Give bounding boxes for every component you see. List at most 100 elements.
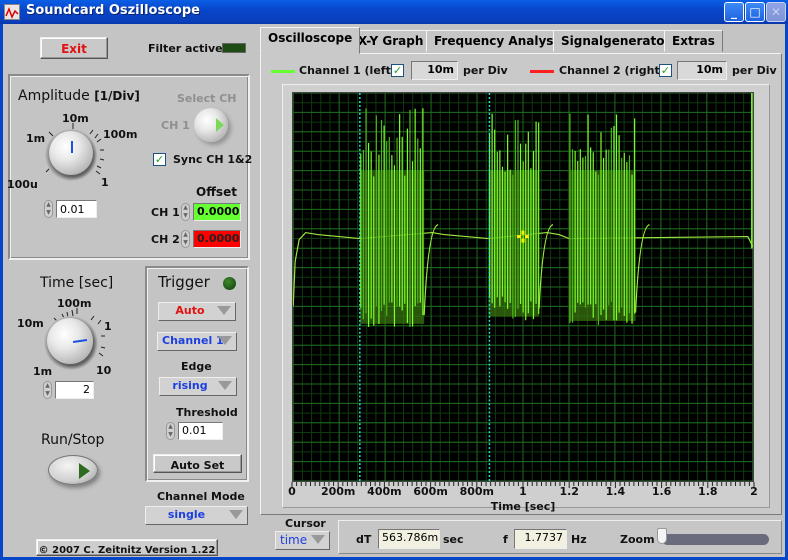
trigger-edge-value: rising <box>172 379 208 392</box>
zoom-label: Zoom <box>620 533 655 546</box>
trigger-channel-dropdown[interactable]: Channel 1 <box>157 332 237 351</box>
dt-value: 563.786m <box>378 529 440 549</box>
x-tick-label: 1 <box>519 485 527 498</box>
time-knob-pointer <box>72 339 88 343</box>
auto-set-label: Auto Set <box>170 459 225 472</box>
time-title: Time [sec] <box>40 275 114 291</box>
cursor-mode-dropdown[interactable]: time <box>275 531 330 550</box>
offset-ch2-label: CH 2 <box>151 233 180 246</box>
ch1-legend-label: Channel 1 (left) <box>299 64 396 77</box>
chevron-down-icon <box>218 381 232 390</box>
minimize-button[interactable]: _ <box>724 2 744 22</box>
channel-mode-value: single <box>167 508 206 521</box>
maximize-button[interactable]: □ <box>745 2 765 22</box>
x-tick-label: 800m <box>460 485 494 498</box>
threshold-spinner[interactable]: ▲ ▼ <box>166 422 175 440</box>
minimize-icon: _ <box>731 5 737 19</box>
time-tick-10m: 10m <box>17 317 44 330</box>
tab-label: Extras <box>672 34 715 48</box>
sync-checkbox[interactable]: ✓ <box>153 153 166 166</box>
ch2-enable-checkbox[interactable]: ✓ <box>659 64 672 77</box>
dt-label: dT <box>356 533 372 546</box>
cursor-label: Cursor <box>285 517 326 530</box>
offset-ch1-spinner[interactable]: ▲ ▼ <box>181 203 190 221</box>
zoom-slider-track[interactable] <box>662 534 769 545</box>
window-title: Soundcard Oszilloscope <box>26 3 200 18</box>
exit-button[interactable]: Exit <box>40 37 108 59</box>
run-stop-button[interactable] <box>48 455 98 485</box>
time-knob[interactable] <box>47 318 93 364</box>
select-ch-play-icon <box>216 118 224 132</box>
x-tick-label: 1.8 <box>698 485 718 498</box>
time-spinner[interactable]: ▲ ▼ <box>43 381 52 399</box>
zoom-slider-handle[interactable] <box>657 528 667 544</box>
time-value-input[interactable]: 2 <box>55 381 94 399</box>
threshold-input[interactable]: 0.01 <box>178 422 223 440</box>
amplitude-title: Amplitude [1/Div] <box>18 88 140 104</box>
cursor-marker-icon <box>524 235 529 239</box>
amplitude-unit: [1/Div] <box>94 89 140 103</box>
amplitude-knob[interactable] <box>49 131 93 175</box>
tab-label: Frequency Analysis <box>434 34 565 48</box>
copyright-label-box: © 2007 C. Zeitnitz Version 1.22 <box>36 539 218 556</box>
trigger-edge-dropdown[interactable]: rising <box>159 377 237 396</box>
filter-active-indicator <box>222 43 246 53</box>
tab-extras[interactable]: Extras <box>664 30 723 52</box>
chevron-down-icon <box>218 336 232 345</box>
x-axis: 0 200m 400m 600m 800m 1 1.2 1.4 1.6 1.8 2 Time [sec… <box>288 482 758 513</box>
x-tick-label: 0 <box>288 485 296 498</box>
filter-active-label: Filter active <box>148 42 223 55</box>
sync-label: Sync CH 1&2 <box>173 153 253 166</box>
threshold-label: Threshold <box>176 406 238 419</box>
x-tick-label: 400m <box>367 485 401 498</box>
channel-mode-dropdown[interactable]: single <box>145 506 248 525</box>
ch1-burst-fill <box>568 171 636 321</box>
channel-mode-label: Channel Mode <box>157 490 245 503</box>
chevron-down-icon <box>311 535 325 544</box>
tab-xy-graph[interactable]: X-Y Graph <box>350 30 432 52</box>
tab-frequency-analysis[interactable]: Frequency Analysis <box>426 30 573 52</box>
tab-oscilloscope[interactable]: Oscilloscope <box>260 27 361 54</box>
trigger-group <box>145 266 249 482</box>
play-icon <box>79 463 90 479</box>
copyright-text: © 2007 C. Zeitnitz Version 1.22 <box>38 545 216 556</box>
amplitude-knob-pointer <box>71 141 73 153</box>
select-ch-title: Select CH <box>177 92 237 105</box>
trigger-title: Trigger <box>158 273 210 291</box>
amplitude-tick-100u: 100u <box>7 178 38 191</box>
offset-title: Offset <box>196 185 237 199</box>
ch2-per-div-label: per Div <box>732 64 777 77</box>
close-icon: ✕ <box>770 5 782 19</box>
offset-ch2-input[interactable]: 0.0000 <box>193 230 241 248</box>
cursor-mode-value: time <box>280 533 308 547</box>
ch1-per-div-field[interactable]: 10m <box>411 61 458 80</box>
trigger-mode-dropdown[interactable]: Auto <box>158 302 236 321</box>
ch1-per-div-label: per Div <box>463 64 508 77</box>
f-unit: Hz <box>571 533 587 546</box>
dt-unit: sec <box>443 533 464 546</box>
trigger-mode-value: Auto <box>175 304 205 317</box>
tab-label: Oscilloscope <box>268 31 353 45</box>
x-tick-label: 2 <box>750 485 758 498</box>
cursor-marker-icon <box>521 238 525 243</box>
auto-set-button[interactable]: Auto Set <box>153 454 242 473</box>
offset-ch1-input[interactable]: 0.0000 <box>193 203 241 221</box>
amplitude-spinner[interactable]: ▲ ▼ <box>44 200 53 218</box>
cursor-marker-icon <box>517 235 522 239</box>
tab-label: Signalgenerator <box>561 34 671 48</box>
ch2-legend-line <box>530 70 554 73</box>
tab-signalgenerator[interactable]: Signalgenerator <box>553 30 679 52</box>
amplitude-tick-100m: 100m <box>103 128 138 141</box>
close-button[interactable]: ✕ <box>766 2 786 22</box>
ch1-enable-checkbox[interactable]: ✓ <box>391 64 404 77</box>
trigger-channel-value: Channel 1 <box>162 334 224 347</box>
chevron-down-icon <box>229 510 243 519</box>
amplitude-title-text: Amplitude <box>18 88 90 104</box>
select-ch-switch[interactable] <box>194 108 228 142</box>
offset-ch1-label: CH 1 <box>151 206 180 219</box>
ch2-per-div-field[interactable]: 10m <box>677 61 727 80</box>
run-stop-title: Run/Stop <box>41 432 105 448</box>
offset-ch2-spinner[interactable]: ▲ ▼ <box>181 230 190 248</box>
amplitude-value-input[interactable] <box>56 200 97 218</box>
oscilloscope-plot[interactable] <box>292 92 754 482</box>
